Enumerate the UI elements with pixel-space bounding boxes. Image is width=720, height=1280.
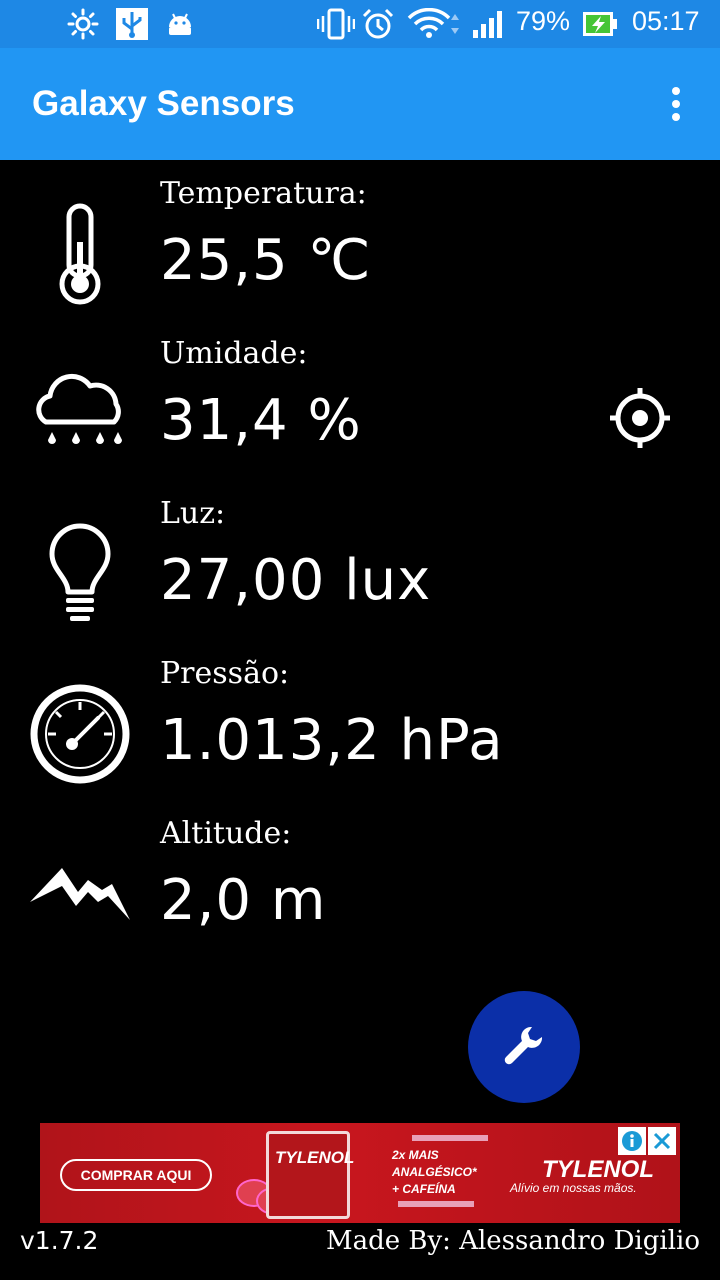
ad-tagline: Alívio em nossas mãos. (510, 1181, 637, 1195)
promo-stripe (398, 1201, 474, 1207)
rain-cloud-icon (24, 358, 136, 470)
thermometer-icon (24, 198, 136, 310)
version-label: v1.7.2 (20, 1226, 99, 1255)
promo-stripe (412, 1135, 488, 1141)
sensor-row-pressure: Pressão: 1.013,2 hPa (0, 642, 720, 802)
sensor-row-temperature: Temperatura: 25,5 ℃ (0, 162, 720, 322)
sensor-label: Umidade: (160, 336, 308, 371)
app-title: Galaxy Sensors (32, 84, 295, 123)
sensor-value: 2,0 m (160, 868, 327, 933)
lightbulb-icon (24, 518, 136, 630)
overflow-menu-icon[interactable] (660, 84, 692, 124)
battery-charging-icon (580, 8, 620, 40)
mountain-icon (24, 838, 136, 950)
credit-label: Made By: Alessandro Digilio (325, 1226, 700, 1256)
clock-time: 05:17 (632, 6, 700, 36)
gauge-icon (24, 678, 136, 790)
sensor-value: 31,4 % (160, 388, 362, 453)
ad-cta-button[interactable]: COMPRAR AQUI (60, 1159, 212, 1191)
signal-icon (470, 8, 510, 40)
sensor-value: 25,5 ℃ (160, 228, 372, 293)
android-icon (164, 8, 196, 40)
wrench-icon (502, 1023, 546, 1071)
status-bar: 79% 05:17 (0, 0, 720, 48)
app-bar: Galaxy Sensors (0, 48, 720, 160)
product-box-brand: TYLENOL (275, 1148, 355, 1167)
wifi-icon (406, 8, 462, 40)
target-icon[interactable] (606, 384, 674, 452)
vibrate-icon (316, 8, 356, 40)
sensor-row-altitude: Altitude: 2,0 m (0, 802, 720, 962)
usb-icon (114, 8, 150, 40)
sensor-value: 27,00 lux (160, 548, 432, 613)
alarm-icon (360, 8, 396, 40)
ad-close-icon[interactable] (648, 1127, 676, 1155)
moon-icon (20, 8, 52, 40)
product-box-image: TYLENOL (266, 1131, 354, 1219)
sensor-row-light: Luz: 27,00 lux (0, 482, 720, 642)
sensor-label: Luz: (160, 496, 226, 531)
ad-info-icon[interactable] (618, 1127, 646, 1155)
promo-line: 2x MAIS (392, 1148, 439, 1162)
brightness-icon (66, 8, 100, 40)
battery-percent: 79% (516, 6, 571, 36)
ad-brand-logo: TYLENOL (542, 1156, 654, 1183)
promo-line: + CAFEÍNA (392, 1182, 456, 1196)
sensor-label: Altitude: (160, 816, 292, 851)
sensor-label: Temperatura: (160, 176, 367, 211)
settings-fab[interactable] (468, 991, 580, 1103)
sensor-value: 1.013,2 hPa (160, 708, 504, 773)
promo-line: ANALGÉSICO* (392, 1165, 477, 1179)
sensor-label: Pressão: (160, 656, 290, 691)
ad-promo-text: 2x MAIS ANALGÉSICO* + CAFEÍNA (392, 1147, 492, 1198)
ad-banner[interactable]: COMPRAR AQUI TYLENOL 2x MAIS ANALGÉSICO*… (40, 1123, 680, 1223)
